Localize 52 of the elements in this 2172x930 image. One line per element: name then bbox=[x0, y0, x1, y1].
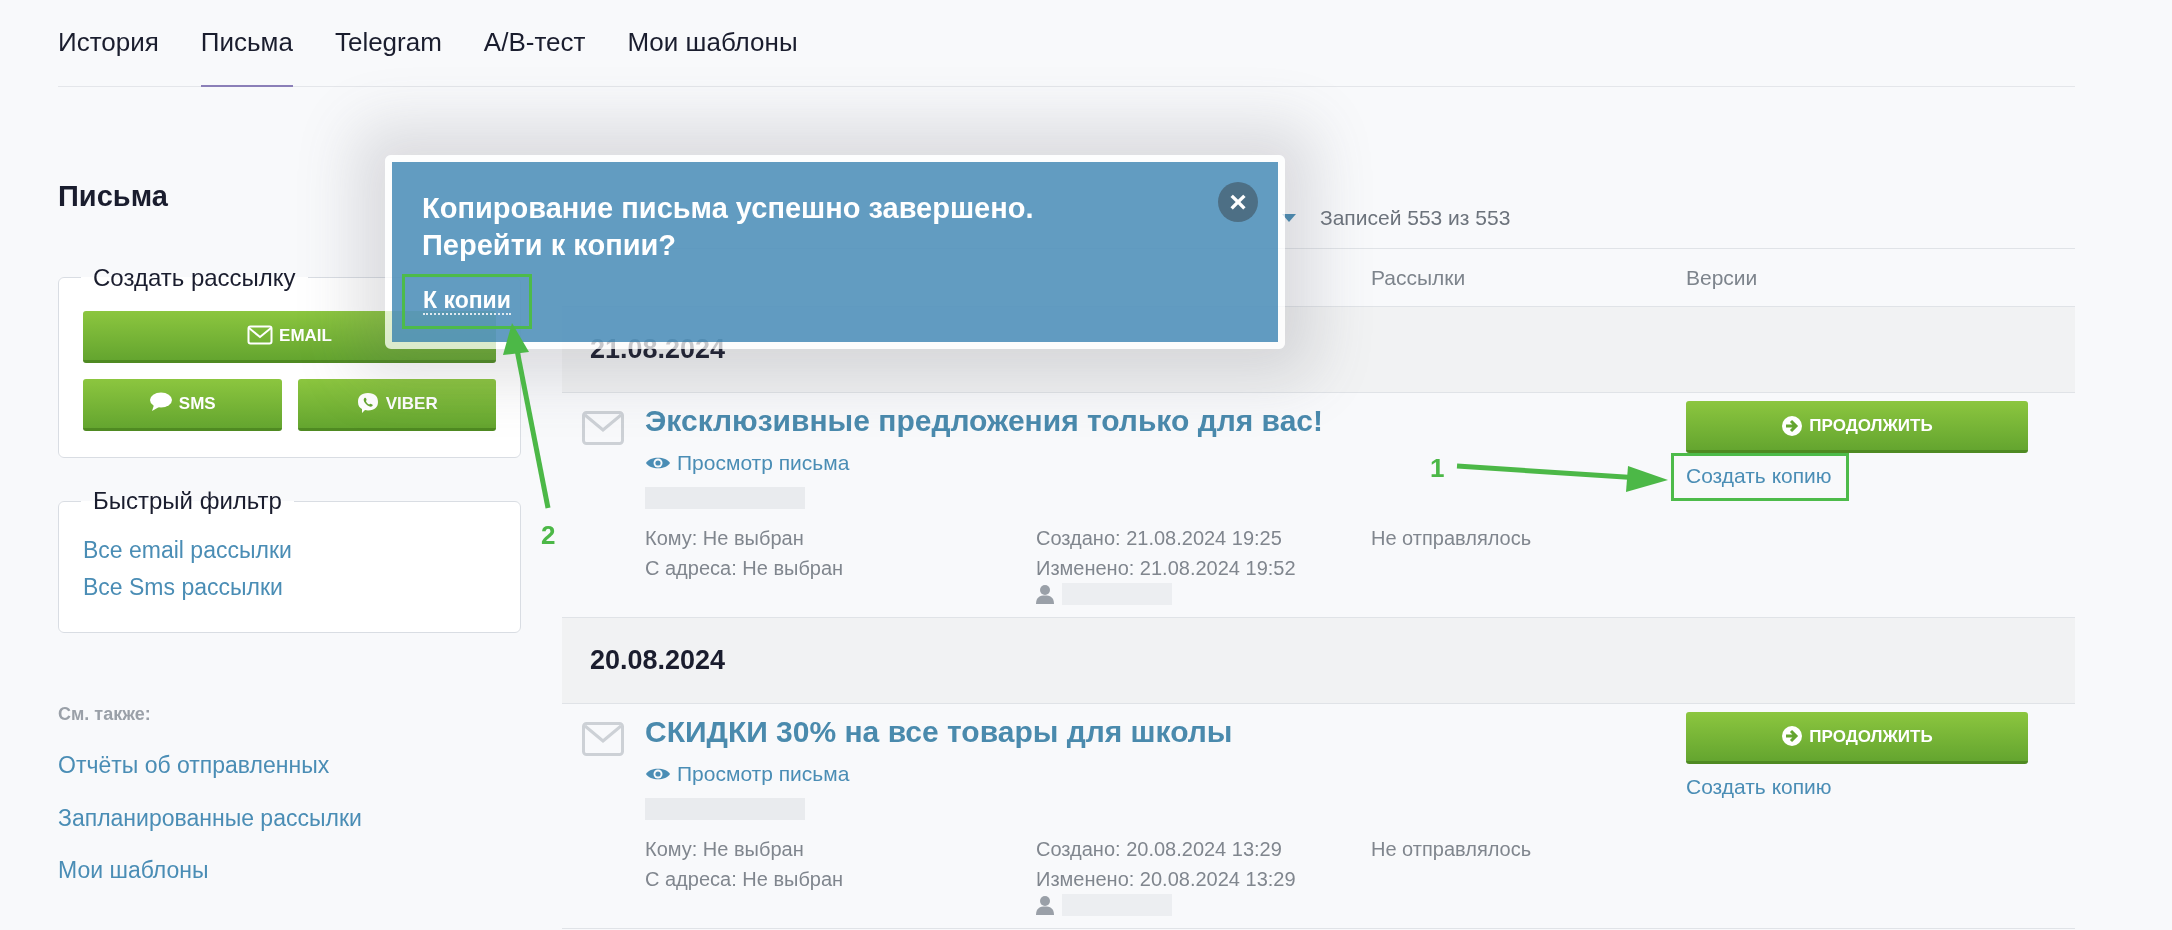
view-email-link[interactable]: Просмотр письма bbox=[645, 447, 850, 479]
go-to-copy-link[interactable]: К копии bbox=[423, 287, 511, 315]
view-email-link[interactable]: Просмотр письма bbox=[645, 757, 850, 790]
continue-button[interactable]: ПРОДОЛЖИТЬ bbox=[1686, 401, 2028, 453]
sender-text: С адреса: Не выбран bbox=[645, 555, 845, 581]
tab[interactable]: История bbox=[58, 0, 159, 87]
create-copy-link[interactable]: Создать копию bbox=[1686, 464, 1832, 487]
tab[interactable]: A/B-тест bbox=[483, 0, 586, 87]
date-group-heading: 21.08.2024 bbox=[590, 333, 726, 367]
email-title-link[interactable]: Эксклюзивные предложения только для вас! bbox=[645, 404, 1323, 437]
phone-bubble-icon bbox=[355, 391, 380, 416]
created-text: Создано: 20.08.2024 13:29 bbox=[1036, 836, 1283, 862]
column-header[interactable]: Версии bbox=[1686, 261, 2075, 294]
annotation-number: 1 bbox=[1430, 452, 1445, 485]
create-copy-link[interactable]: Создать копию bbox=[1686, 774, 1832, 798]
envelope-icon bbox=[247, 325, 274, 346]
create-mailing-button[interactable]: SMS bbox=[83, 378, 282, 431]
arrow-circle-icon bbox=[1781, 725, 1804, 748]
filter-link[interactable]: Все Sms рассылки bbox=[83, 569, 283, 607]
annotation-number: 2 bbox=[541, 519, 556, 552]
recipient-text: Кому: Не выбран bbox=[645, 525, 805, 551]
email-title-link[interactable]: СКИДКИ 30% на все товары для школы bbox=[645, 714, 1233, 748]
created-text: Создано: 21.08.2024 19:25 bbox=[1036, 525, 1283, 551]
arrow-circle-icon bbox=[1781, 414, 1804, 437]
panel-legend: Создать рассылку bbox=[81, 264, 308, 291]
see-also-link[interactable]: Мои шаблоны bbox=[58, 857, 209, 884]
see-also-link[interactable]: Отчёты об отправленных bbox=[58, 752, 330, 779]
popup-message: Копирование письма успешно завершено. Перейти к копии? bbox=[422, 191, 1034, 263]
recipient-text: Кому: Не выбран bbox=[645, 836, 805, 862]
envelope-icon bbox=[582, 411, 624, 446]
user-icon bbox=[1036, 583, 1054, 604]
date-group-heading: 20.08.2024 bbox=[590, 644, 726, 677]
caret-icon bbox=[1282, 213, 1296, 222]
tab[interactable]: Письма bbox=[200, 0, 293, 87]
tab[interactable]: Telegram bbox=[334, 0, 442, 87]
status-text: Не отправлялось bbox=[1371, 525, 1533, 551]
panel-legend: Быстрый фильтр bbox=[81, 487, 294, 515]
envelope-icon bbox=[582, 721, 624, 757]
continue-button[interactable]: ПРОДОЛЖИТЬ bbox=[1686, 711, 2028, 764]
see-also-link[interactable]: Запланированные рассылки bbox=[58, 804, 362, 831]
filter-link[interactable]: Все email рассылки bbox=[83, 532, 292, 570]
modified-text: Изменено: 20.08.2024 13:29 bbox=[1036, 866, 1297, 892]
close-button[interactable]: × bbox=[1218, 182, 1258, 222]
records-count: Записей 553 из 553 bbox=[1320, 204, 1511, 231]
tab[interactable]: Мои шаблоны bbox=[627, 0, 798, 87]
see-also-heading: См. также: bbox=[58, 703, 152, 727]
modified-text: Изменено: 21.08.2024 19:52 bbox=[1036, 555, 1297, 581]
create-mailing-button[interactable]: VIBER bbox=[297, 378, 496, 431]
status-text: Не отправлялось bbox=[1371, 836, 1533, 862]
column-header[interactable]: Рассылки bbox=[1371, 261, 1686, 294]
sender-text: С адреса: Не выбран bbox=[645, 866, 845, 892]
user-icon bbox=[1036, 894, 1054, 915]
